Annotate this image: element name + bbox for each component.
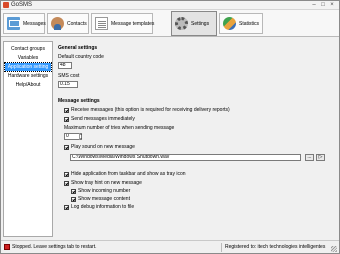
incoming-number-checkbox[interactable]: Show incoming number	[71, 188, 130, 194]
receive-messages-label: Receive messages (this option is require…	[71, 107, 230, 113]
play-icon: ▷	[318, 154, 323, 160]
browse-button[interactable]: ...	[305, 154, 314, 161]
tab-templates-label: Message templates	[111, 20, 155, 27]
tab-statistics[interactable]: Statistics	[219, 13, 263, 34]
maximize-button[interactable]: □	[319, 2, 327, 8]
incoming-number-label: Show incoming number	[78, 188, 131, 194]
tray-hint-checkbox[interactable]: Show tray hint on new message	[64, 180, 142, 186]
tab-contacts[interactable]: Contacts	[47, 13, 89, 34]
tab-messages[interactable]: Messages	[3, 13, 46, 34]
sidebar-item-hardware-settings[interactable]: Hardware settings	[5, 72, 51, 80]
sidebar-item-application-settings[interactable]: Application setting	[4, 62, 52, 72]
messages-icon	[7, 17, 20, 30]
hide-taskbar-checkbox[interactable]: Hide application from taskbar and show a…	[64, 171, 186, 177]
main-toolbar: Messages Contacts Message templates Sett…	[1, 10, 339, 37]
title-bar: GoSMS – □ ×	[1, 1, 339, 10]
tab-message-templates[interactable]: Message templates	[91, 13, 155, 34]
send-immediately-checkbox[interactable]: Send messages immediately	[64, 116, 135, 122]
window-title: GoSMS	[11, 2, 33, 8]
max-tries-value: 0	[66, 133, 69, 139]
status-text: Stopped. Leave settings tab to restart.	[12, 244, 97, 250]
sidebar-item-contact-groups[interactable]: Contact groups	[5, 45, 51, 53]
sidebar-item-variables[interactable]: Variables	[5, 54, 51, 62]
play-sound-check[interactable]	[64, 144, 69, 150]
hide-taskbar-check[interactable]	[64, 171, 69, 177]
sms-cost-field[interactable]: 0.15	[58, 81, 78, 88]
tray-hint-check[interactable]	[64, 180, 69, 186]
settings-panel: General settings Default country code 48…	[55, 41, 337, 237]
play-sound-button[interactable]: ▷	[316, 154, 325, 161]
tab-settings[interactable]: Settings	[171, 11, 217, 36]
country-code-field[interactable]: 48	[58, 62, 72, 69]
contacts-icon	[51, 17, 64, 30]
log-debug-checkbox[interactable]: Log debug information to file	[64, 204, 134, 210]
receive-messages-check[interactable]	[64, 107, 69, 113]
country-code-label: Default country code	[58, 54, 104, 60]
status-bar: Stopped. Leave settings tab to restart. …	[1, 240, 339, 253]
max-tries-label: Maximum number of tries when sending mes…	[64, 125, 175, 131]
tab-statistics-label: Statistics	[239, 20, 260, 27]
sms-cost-label: SMS cost	[58, 73, 80, 79]
minimize-button[interactable]: –	[310, 2, 318, 8]
tab-contacts-label: Contacts	[67, 20, 87, 27]
app-logo-icon	[3, 2, 9, 8]
tab-settings-label: Settings	[191, 20, 210, 27]
receive-messages-checkbox[interactable]: Receive messages (this option is require…	[64, 107, 230, 113]
log-debug-label: Log debug information to file	[71, 204, 135, 210]
sidebar-item-help-about[interactable]: Help/About	[5, 81, 51, 89]
settings-sidebar: Contact groups Variables Application set…	[3, 41, 53, 237]
incoming-number-check[interactable]	[71, 188, 76, 194]
message-settings-title: Message settings	[58, 98, 100, 104]
play-sound-label: Play sound on new message	[71, 144, 135, 150]
send-immediately-label: Send messages immediately	[71, 116, 135, 122]
templates-icon	[95, 17, 108, 30]
message-content-check[interactable]	[71, 196, 76, 202]
log-debug-check[interactable]	[64, 204, 69, 210]
tab-messages-label: Messages	[23, 20, 46, 27]
tray-hint-label: Show tray hint on new message	[71, 180, 142, 186]
resize-grip-icon[interactable]	[331, 246, 337, 252]
hide-taskbar-label: Hide application from taskbar and show a…	[71, 171, 186, 177]
stopped-status-icon	[4, 244, 10, 250]
registration-text: Registered to: itech technologies intell…	[225, 244, 326, 250]
gear-icon	[175, 17, 188, 30]
pie-chart-icon	[223, 17, 236, 30]
general-settings-title: General settings	[58, 45, 98, 51]
message-content-label: Show message content	[78, 196, 130, 202]
sound-file-field[interactable]: C:\Windows\Media\Windows Shutdown.wav	[70, 154, 301, 161]
message-content-checkbox[interactable]: Show message content	[71, 196, 130, 202]
send-immediately-check[interactable]	[64, 116, 69, 122]
app-window: GoSMS – □ × Messages Contacts Message te…	[0, 0, 340, 254]
play-sound-checkbox[interactable]: Play sound on new message	[64, 144, 135, 150]
close-button[interactable]: ×	[328, 2, 336, 8]
status-divider	[221, 243, 222, 252]
stepper-arrows-icon[interactable]	[79, 133, 82, 140]
